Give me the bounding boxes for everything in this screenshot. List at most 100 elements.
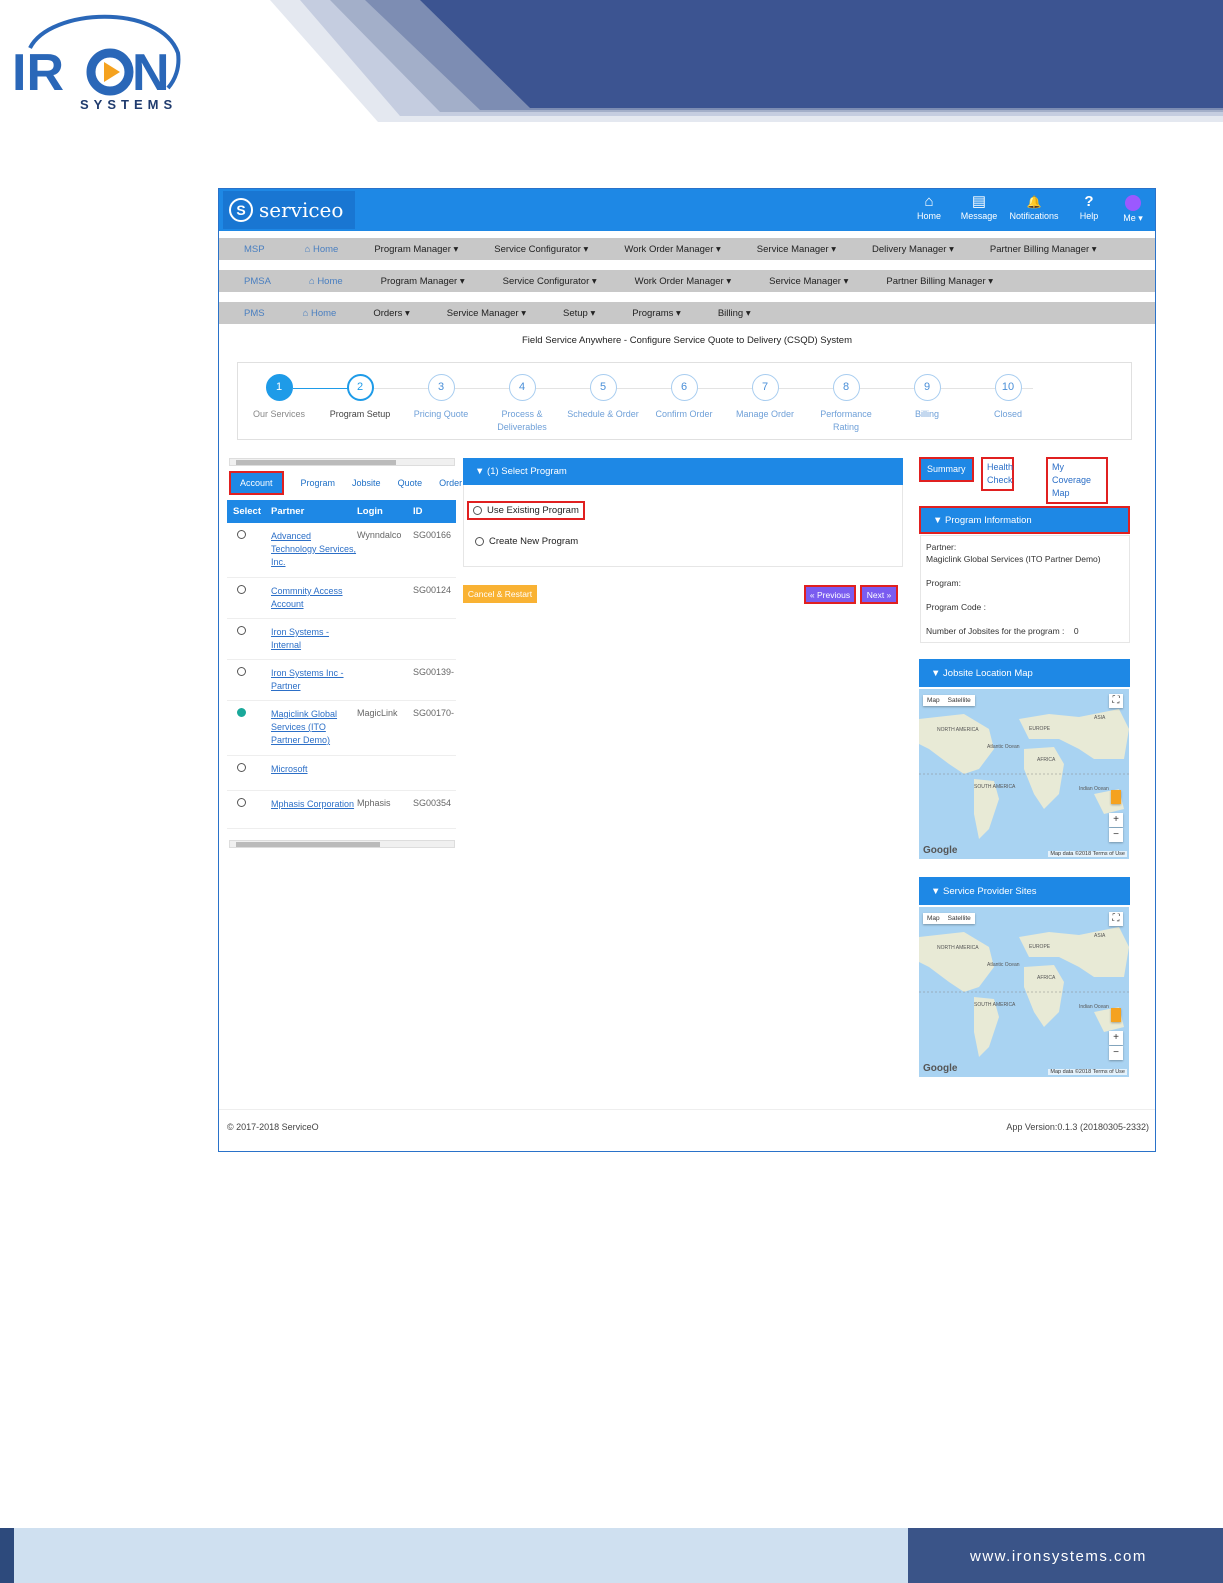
nav-home[interactable]: ⌂ Home bbox=[909, 193, 949, 224]
menu-item[interactable]: Program Manager ▾ bbox=[381, 276, 465, 287]
create-new-program-option[interactable]: Create New Program bbox=[475, 536, 578, 547]
table-row[interactable]: Advanced Technology Services, Inc. Wynnda… bbox=[227, 523, 456, 578]
step-10[interactable]: 10 Closed bbox=[968, 374, 1048, 421]
tab-jobsite[interactable]: Jobsite bbox=[352, 478, 381, 488]
table-row[interactable]: Magiclink Global Services (ITO Partner D… bbox=[227, 701, 456, 756]
select-radio[interactable] bbox=[237, 667, 246, 676]
step-3[interactable]: 3 Pricing Quote bbox=[401, 374, 481, 421]
select-program-header[interactable]: ▼ (1) Select Program bbox=[463, 458, 903, 485]
previous-button[interactable]: « Previous bbox=[804, 585, 856, 604]
satellite-tab[interactable]: Satellite bbox=[944, 695, 975, 706]
menu-code[interactable]: PMSA bbox=[244, 276, 271, 287]
partner-link[interactable]: Commnity Access Account bbox=[267, 585, 357, 618]
nav-help[interactable]: ? Help bbox=[1069, 193, 1109, 224]
menu-item[interactable]: Service Manager ▾ bbox=[757, 244, 836, 255]
nav-message[interactable]: ▤ Message bbox=[959, 193, 999, 224]
tab-account[interactable]: Account bbox=[229, 471, 284, 495]
select-radio[interactable] bbox=[237, 585, 246, 594]
menu-item[interactable]: Work Order Manager ▾ bbox=[624, 244, 720, 255]
partner-link[interactable]: Iron Systems - Internal bbox=[267, 626, 357, 659]
menu-item[interactable]: Partner Billing Manager ▾ bbox=[990, 244, 1097, 255]
id-cell: SG00139- bbox=[413, 667, 455, 677]
menu-item[interactable]: Service Configurator ▾ bbox=[503, 276, 597, 287]
jobsite-map-header[interactable]: ▼ Jobsite Location Map bbox=[919, 659, 1130, 687]
step-5[interactable]: 5 Schedule & Order bbox=[563, 374, 643, 421]
website-url[interactable]: www.ironsystems.com bbox=[970, 1548, 1147, 1565]
menu-home[interactable]: ⌂ Home bbox=[309, 276, 343, 287]
select-radio[interactable] bbox=[237, 763, 246, 772]
menu-item[interactable]: Service Configurator ▾ bbox=[494, 244, 588, 255]
step-7[interactable]: 7 Manage Order bbox=[725, 374, 805, 421]
tab-program[interactable]: Program bbox=[301, 478, 336, 488]
satellite-tab[interactable]: Satellite bbox=[944, 913, 975, 924]
partner-link[interactable]: Microsoft bbox=[267, 763, 357, 790]
next-button[interactable]: Next » bbox=[860, 585, 898, 604]
fullscreen-icon[interactable]: ⛶ bbox=[1109, 694, 1123, 708]
coverage-map-link[interactable]: My Coverage Map bbox=[1046, 457, 1108, 504]
select-radio[interactable] bbox=[237, 530, 246, 539]
step-number: 2 bbox=[346, 374, 374, 401]
step-8[interactable]: 8 Performance Rating bbox=[806, 374, 886, 434]
step-2[interactable]: 2 Program Setup bbox=[320, 374, 400, 421]
menu-home[interactable]: ⌂ Home bbox=[303, 308, 337, 319]
table-row[interactable]: Microsoft bbox=[227, 756, 456, 791]
select-radio[interactable] bbox=[237, 708, 246, 717]
step-1[interactable]: 1 Our Services bbox=[239, 374, 319, 421]
table-row[interactable]: Mphasis Corporation Mphasis SG00354 bbox=[227, 791, 456, 829]
login-cell: Wynndalco bbox=[357, 530, 402, 540]
menu-item[interactable]: Programs ▾ bbox=[632, 308, 681, 319]
use-existing-program-option[interactable]: Use Existing Program bbox=[467, 501, 585, 520]
menu-item[interactable]: Setup ▾ bbox=[563, 308, 595, 319]
partner-link[interactable]: Mphasis Corporation bbox=[267, 798, 357, 828]
menu-item[interactable]: Work Order Manager ▾ bbox=[635, 276, 731, 287]
partner-link[interactable]: Magiclink Global Services (ITO Partner D… bbox=[267, 708, 357, 755]
partner-link[interactable]: Advanced Technology Services, Inc. bbox=[267, 530, 357, 577]
menu-item[interactable]: Billing ▾ bbox=[718, 308, 751, 319]
partner-link[interactable]: Iron Systems Inc - Partner bbox=[267, 667, 357, 700]
program-info-header[interactable]: ▼ Program Information bbox=[919, 506, 1130, 534]
table-row[interactable]: Commnity Access Account SG00124 bbox=[227, 578, 456, 619]
map-tab[interactable]: Map bbox=[923, 695, 944, 706]
zoom-in-icon[interactable]: + bbox=[1109, 813, 1123, 827]
step-4[interactable]: 4 Process & Deliverables bbox=[482, 374, 562, 434]
map-attribution[interactable]: Map data ©2018 Terms of Use bbox=[1048, 1069, 1127, 1075]
table-row[interactable]: Iron Systems Inc - Partner SG00139- bbox=[227, 660, 456, 701]
zoom-in-icon[interactable]: + bbox=[1109, 1031, 1123, 1045]
select-radio[interactable] bbox=[237, 798, 246, 807]
select-radio[interactable] bbox=[237, 626, 246, 635]
nav-notifications[interactable]: 🔔 Notifications bbox=[1009, 193, 1059, 224]
brand-logo[interactable]: S serviceo bbox=[223, 191, 355, 229]
step-9[interactable]: 9 Billing bbox=[887, 374, 967, 421]
zoom-out-icon[interactable]: − bbox=[1109, 828, 1123, 842]
menu-item[interactable]: Service Manager ▾ bbox=[447, 308, 526, 319]
menu-code[interactable]: MSP bbox=[244, 244, 265, 255]
tab-order[interactable]: Order bbox=[439, 478, 462, 488]
pegman-icon[interactable] bbox=[1111, 790, 1121, 804]
map-attribution[interactable]: Map data ©2018 Terms of Use bbox=[1048, 851, 1127, 857]
id-cell: SG00166 bbox=[413, 530, 452, 540]
fullscreen-icon[interactable]: ⛶ bbox=[1109, 912, 1123, 926]
tab-quote[interactable]: Quote bbox=[398, 478, 423, 488]
menu-code[interactable]: PMS bbox=[244, 308, 265, 319]
summary-button[interactable]: Summary bbox=[919, 457, 974, 482]
menu-item[interactable]: Partner Billing Manager ▾ bbox=[886, 276, 993, 287]
radio-icon bbox=[473, 506, 482, 515]
nav-me[interactable]: Me ▾ bbox=[1119, 193, 1147, 224]
menu-item[interactable]: Service Manager ▾ bbox=[769, 276, 848, 287]
health-check-link[interactable]: Health Check bbox=[981, 457, 1014, 491]
menu-item[interactable]: Delivery Manager ▾ bbox=[872, 244, 954, 255]
provider-sites-map[interactable]: NORTH AMERICA EUROPE ASIA AFRICA SOUTH A… bbox=[919, 907, 1129, 1077]
table-row[interactable]: Iron Systems - Internal bbox=[227, 619, 456, 660]
pegman-icon[interactable] bbox=[1111, 1008, 1121, 1022]
map-tab[interactable]: Map bbox=[923, 913, 944, 924]
cancel-restart-button[interactable]: Cancel & Restart bbox=[463, 585, 537, 603]
zoom-out-icon[interactable]: − bbox=[1109, 1046, 1123, 1060]
horizontal-scrollbar[interactable] bbox=[229, 840, 455, 848]
menu-home[interactable]: ⌂ Home bbox=[305, 244, 339, 255]
menu-item[interactable]: Program Manager ▾ bbox=[374, 244, 458, 255]
menu-item[interactable]: Orders ▾ bbox=[373, 308, 409, 319]
step-6[interactable]: 6 Confirm Order bbox=[644, 374, 724, 421]
provider-sites-header[interactable]: ▼ Service Provider Sites bbox=[919, 877, 1130, 905]
horizontal-scrollbar[interactable] bbox=[229, 458, 455, 466]
jobsite-map[interactable]: NORTH AMERICA EUROPE ASIA AFRICA SOUTH A… bbox=[919, 689, 1129, 859]
